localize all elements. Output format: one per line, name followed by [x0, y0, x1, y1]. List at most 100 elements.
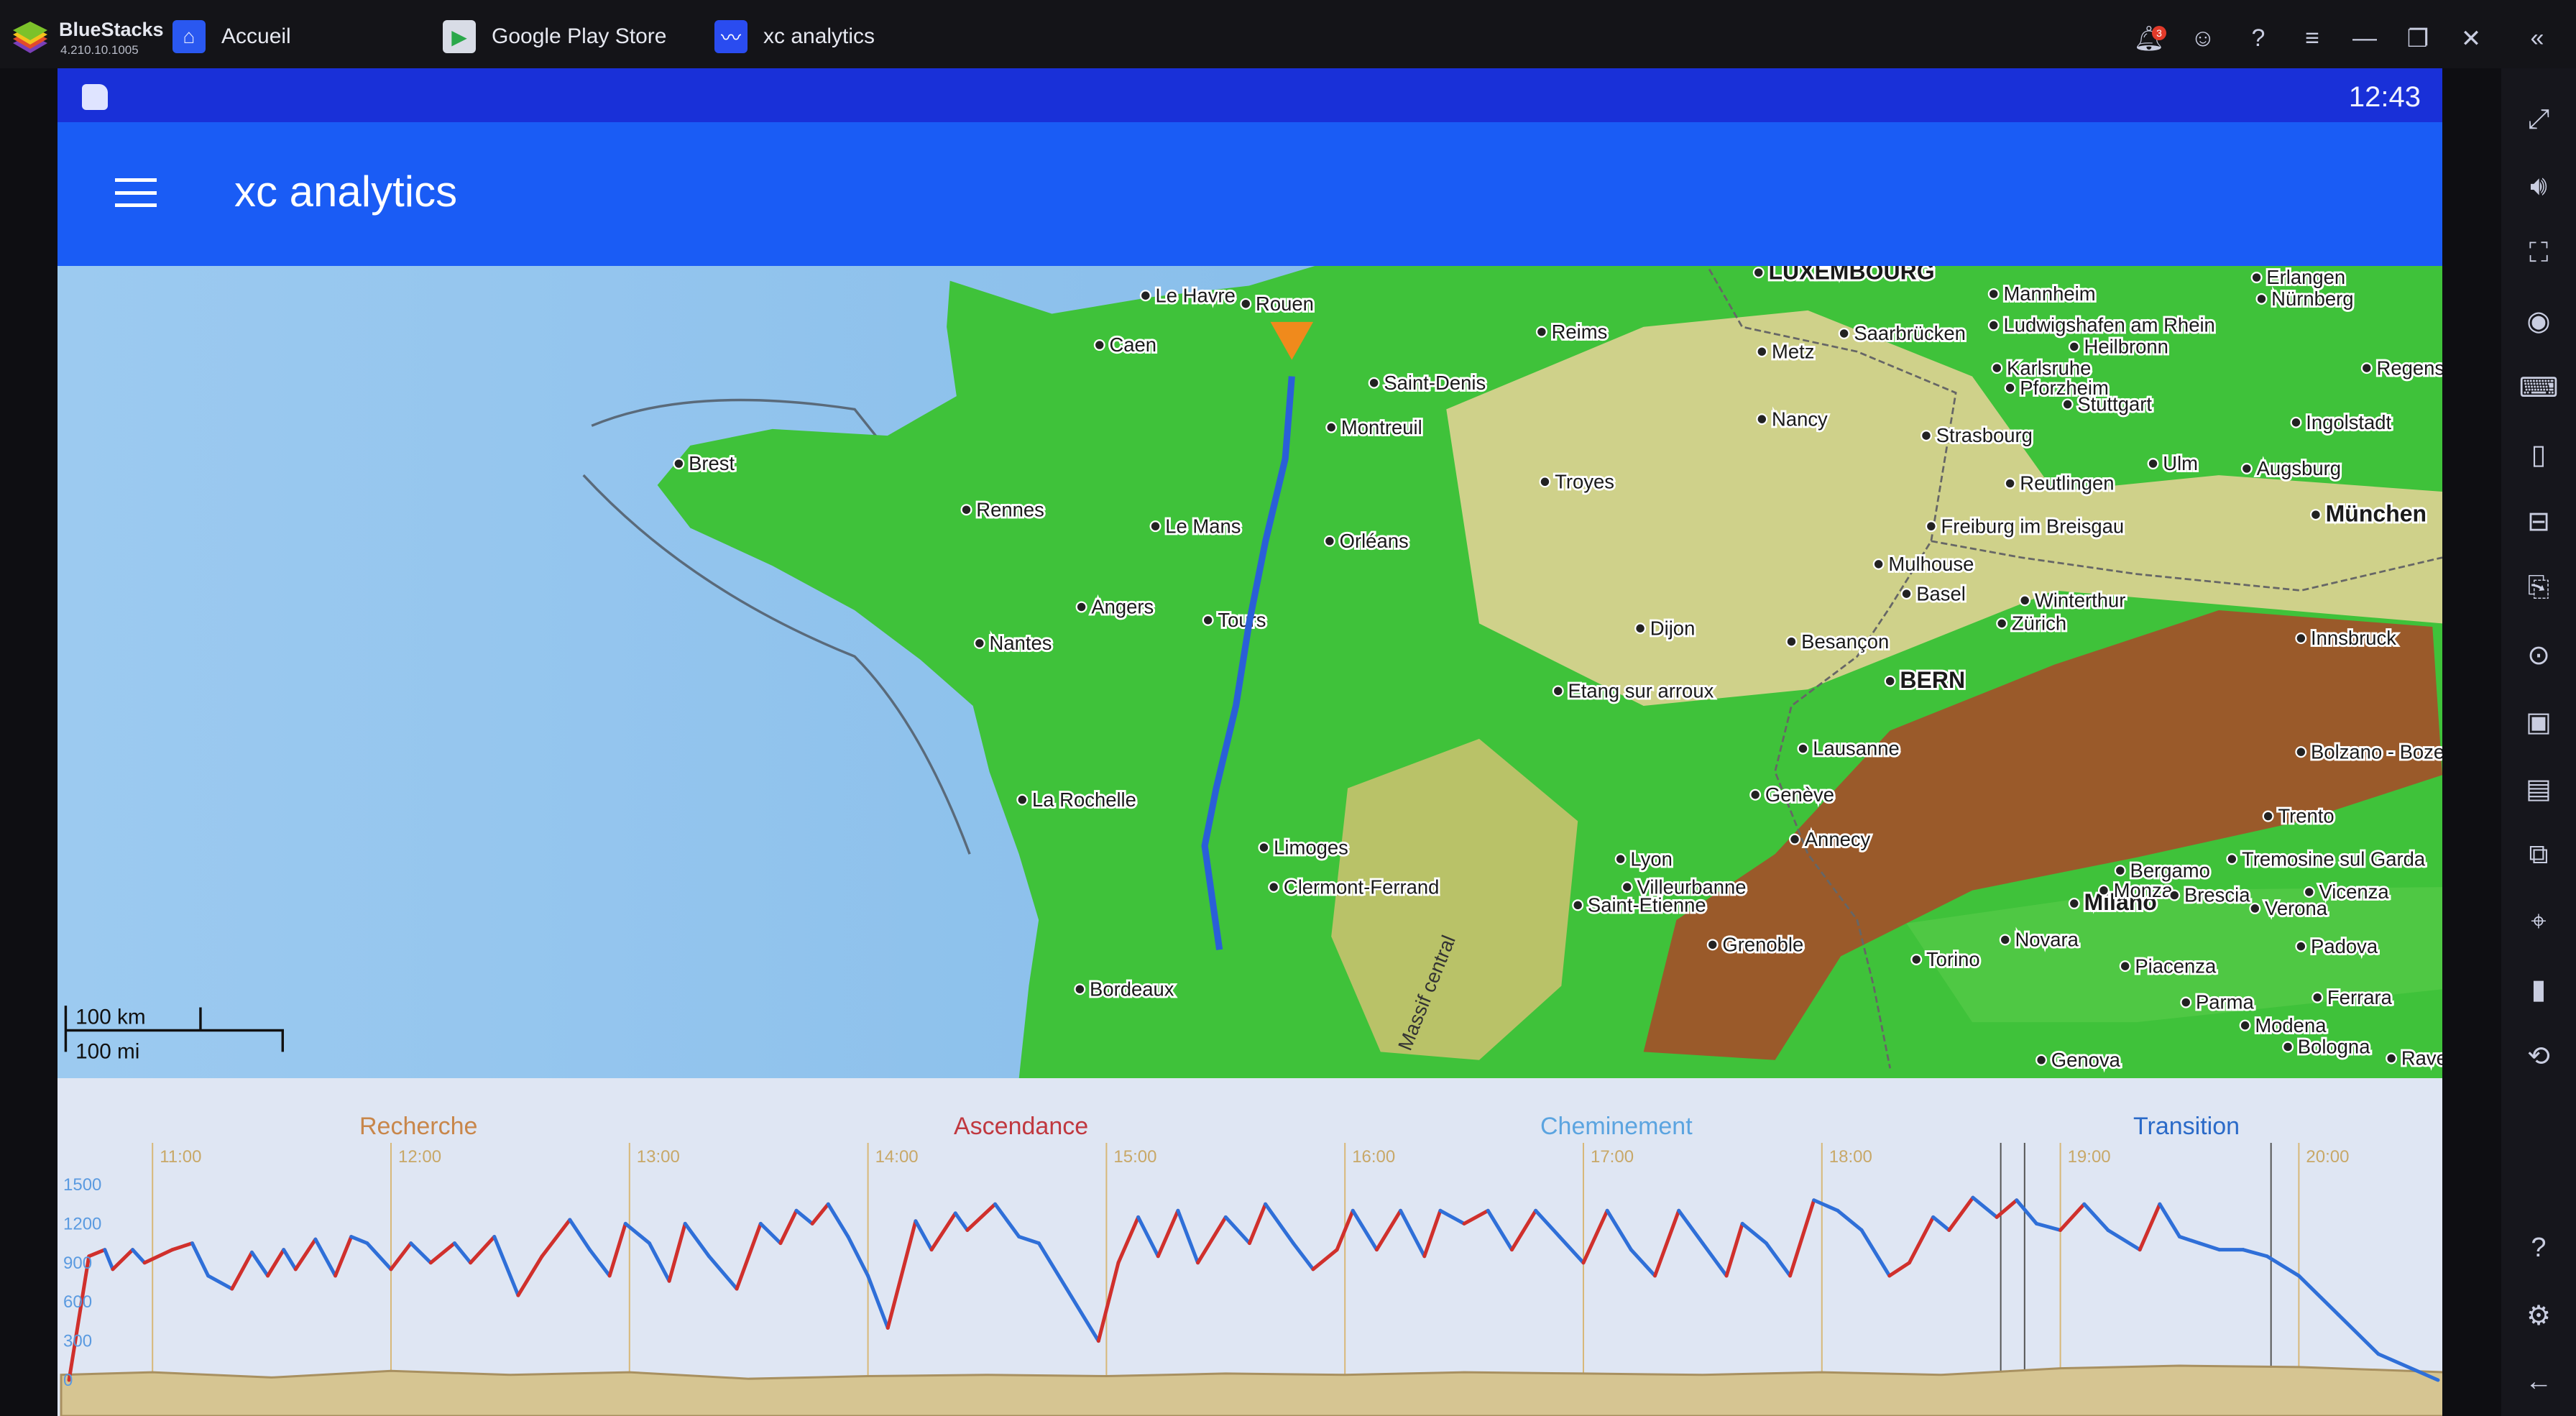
multi-instance-icon[interactable]: ⧉ [2501, 840, 2576, 870]
city-dot [1900, 588, 1913, 600]
altitude-segment [1017, 1235, 1041, 1246]
city-dot [2019, 594, 2031, 607]
eye-icon[interactable]: ◉ [2501, 305, 2576, 337]
altitude-segment [607, 1221, 627, 1278]
city-dot [2255, 293, 2268, 305]
shake-icon[interactable]: ▮ [2501, 973, 2576, 1006]
phase-label-0[interactable]: Recherche [359, 1113, 477, 1140]
city-dot [1074, 983, 1086, 996]
city-dot [2262, 810, 2274, 822]
phase-label-1[interactable]: Ascendance [954, 1113, 1088, 1140]
city-label: Nürnberg [2271, 288, 2353, 310]
video-record-icon[interactable]: ▣ [2501, 706, 2576, 738]
hamburger-menu-icon[interactable] [115, 178, 157, 207]
fullscreen-icon[interactable]: ⤢ [2501, 104, 2576, 135]
altitude-chart[interactable]: Recherche Ascendance Cheminement Transition… [58, 1078, 2442, 1416]
altitude-segment [349, 1235, 369, 1246]
altitude-segment [2106, 1228, 2142, 1252]
help-icon[interactable]: ? [2501, 1233, 2576, 1264]
city-dot [2036, 1054, 2048, 1066]
tab-xc-analytics[interactable]: 〰 xc analytics [714, 20, 875, 53]
city-label: Besançon [1801, 630, 1889, 653]
altitude-segment [794, 1208, 814, 1226]
city-dot [2061, 398, 2074, 410]
altitude-segment [568, 1218, 592, 1252]
y-tick-label: 1500 [63, 1175, 101, 1195]
city-label: Bolzano - Bozen [2311, 740, 2442, 763]
altitude-segment [1534, 1208, 1562, 1239]
city-dot [960, 504, 972, 516]
bluestacks-logo [13, 22, 47, 53]
city-dot [2114, 865, 2126, 877]
close-icon[interactable]: ✕ [2455, 24, 2487, 53]
back-icon[interactable]: ← [2501, 1366, 2576, 1397]
tab-google-play-store[interactable]: ▶ Google Play Store [443, 20, 666, 53]
rotate-icon[interactable]: ⟲ [2501, 1040, 2576, 1072]
folder-icon[interactable]: ▤ [2501, 773, 2576, 805]
city-label: Ingolstadt [2306, 411, 2391, 433]
city-label: Trento [2278, 805, 2334, 827]
phase-label-3[interactable]: Transition [2133, 1113, 2240, 1140]
map-view[interactable]: Le Havre Rouen Caen Brest Rennes Le Mans Anger… [58, 266, 2442, 1078]
phase-label-2[interactable]: Cheminement [1540, 1113, 1693, 1140]
volume-icon[interactable]: 🔊︎ [2501, 171, 2576, 202]
altitude-segment [516, 1254, 544, 1297]
x-tick-label: 13:00 [637, 1147, 680, 1167]
altitude-chart-plot[interactable]: Recherche Ascendance Cheminement Transition… [58, 1078, 2442, 1416]
city-dot [1884, 675, 1896, 687]
menu-icon[interactable]: ≡ [2296, 24, 2328, 52]
help-circle-icon[interactable]: ? [2242, 24, 2274, 52]
city-label: Rennes [976, 498, 1044, 520]
city-dot [1139, 290, 1151, 302]
city-label: Caen [1109, 334, 1156, 356]
altitude-segment [1581, 1208, 1609, 1265]
bluestacks-sidebar: ⤢ 🔊︎ ⛶ ◉ ⌨ ▯ ⊟ ⎘ ⊙ ▣ ▤ ⧉ ⌖ ▮ ⟲? ⚙ ← [2501, 68, 2576, 1416]
minimize-icon[interactable]: — [2349, 24, 2380, 52]
city-label: Annecy [1805, 828, 1871, 850]
altitude-segment [1812, 1198, 1840, 1213]
keyboard-icon[interactable]: ⌨ [2501, 372, 2576, 404]
altitude-segment [170, 1241, 194, 1252]
settings-icon[interactable]: ⚙ [2501, 1300, 2576, 1332]
altitude-segment [758, 1221, 783, 1246]
altitude-segment [1264, 1202, 1295, 1246]
x-tick-label: 16:00 [1352, 1147, 1395, 1167]
phone-icon[interactable]: ▯ [2501, 438, 2576, 471]
city-label: Freiburg im Breisgau [1941, 515, 2125, 537]
gamepad-icon[interactable]: ⊟ [2501, 505, 2576, 538]
city-label: LUXEMBOURG [1768, 266, 1934, 284]
account-icon[interactable]: ☺ [2187, 24, 2219, 52]
city-label: Genova [2051, 1049, 2121, 1071]
scale-mi: 100 mi [75, 1039, 139, 1063]
scale-km: 100 km [75, 1005, 145, 1029]
restore-icon[interactable]: ❐ [2402, 24, 2434, 53]
altitude-segment [1351, 1208, 1379, 1252]
media-import-icon[interactable]: ⎘ [2501, 572, 2576, 603]
altitude-segment [735, 1221, 763, 1291]
city-dot [1016, 794, 1029, 806]
altitude-segment [2296, 1274, 2341, 1317]
city-dot [1258, 842, 1270, 854]
city-dot [1910, 953, 1923, 965]
collapse-sidebar-icon[interactable]: « [2521, 24, 2553, 52]
camera-icon[interactable]: ⊙ [2501, 639, 2576, 671]
altitude-segment [1558, 1235, 1586, 1265]
altitude-segment [190, 1241, 211, 1278]
city-label: Bologna [2298, 1036, 2370, 1058]
screenshot-region-icon[interactable]: ⛶ [2501, 238, 2576, 269]
altitude-segment [67, 1254, 91, 1382]
city-label: Heilbronn [2084, 335, 2168, 357]
altitude-segment [1176, 1208, 1200, 1265]
altitude-segment [914, 1219, 934, 1252]
city-dot [2240, 462, 2253, 474]
x-tick-label: 18:00 [1829, 1147, 1872, 1167]
location-icon[interactable]: ⌖ [2501, 906, 2576, 937]
y-tick-label: 0 [63, 1371, 73, 1390]
city-dot [1999, 934, 2011, 946]
city-label: Padova [2311, 935, 2378, 957]
altitude-segment [111, 1248, 135, 1272]
city-label: Reims [1552, 321, 1608, 343]
tab-accueil[interactable]: ⌂ Accueil [172, 20, 291, 53]
city-dot [1202, 614, 1214, 626]
city-dot [2068, 341, 2080, 353]
